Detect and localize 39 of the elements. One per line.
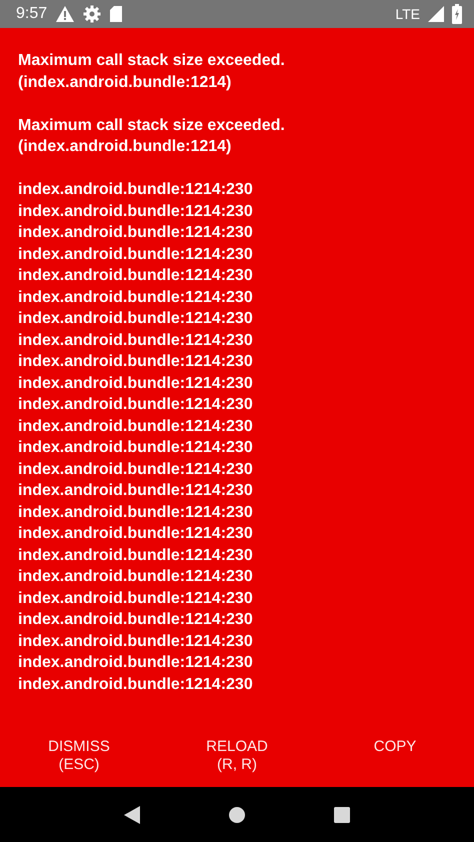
stack-frame: index.android.bundle:1214:230	[18, 222, 253, 244]
stack-frame: index.android.bundle:1214:230	[18, 308, 253, 330]
stack-frame: index.android.bundle:1214:230	[18, 652, 253, 674]
back-icon[interactable]	[124, 806, 140, 824]
error-message: Maximum call stack size exceeded. (index.android.bundle:1214)	[18, 51, 286, 92]
stack-frame: index.android.bundle:1214:230	[18, 566, 253, 588]
stack-frame: index.android.bundle:1214:230	[18, 416, 253, 437]
stack-frame: index.android.bundle:1214:230	[18, 351, 253, 372]
stack-frame: index.android.bundle:1214:230	[18, 394, 253, 416]
warning-icon	[55, 5, 76, 23]
stack-frame: index.android.bundle:1214:230	[18, 372, 253, 394]
stack-frame: index.android.bundle:1214:230	[18, 523, 253, 544]
battery-icon	[452, 4, 462, 24]
stack-frame: index.android.bundle:1214:230	[18, 630, 253, 652]
action-button[interactable]: COPY	[316, 722, 474, 756]
stack-frame: index.android.bundle:1214:230	[18, 200, 253, 222]
settings-icon	[83, 5, 102, 23]
stack-frame: index.android.bundle:1214:230	[18, 674, 253, 695]
home-icon[interactable]	[228, 806, 245, 822]
network-type: LTE	[395, 6, 420, 22]
stack-frame: index.android.bundle:1214:230	[18, 588, 253, 609]
stack-frame: index.android.bundle:1214:230	[18, 458, 253, 480]
status-time: 9:57	[16, 5, 48, 23]
stack-frame: index.android.bundle:1214:230	[18, 244, 253, 265]
signal-icon	[428, 6, 444, 22]
stack-frame: index.android.bundle:1214:230	[18, 480, 253, 502]
stack-frame: index.android.bundle:1214:230	[18, 179, 253, 200]
shortcut-button[interactable]: RELOAD (R, R)	[158, 722, 316, 774]
stack-frame: index.android.bundle:1214:230	[18, 609, 253, 630]
shortcut-button[interactable]: DISMISS (ESC)	[0, 722, 158, 774]
stack-frame: index.android.bundle:1214:230	[18, 286, 253, 308]
stack-frame: index.android.bundle:1214:230	[18, 437, 253, 458]
stack-frame: index.android.bundle:1214:230	[18, 265, 253, 286]
error-message: Maximum call stack size exceeded. (index.android.bundle:1214)	[18, 116, 286, 157]
sd-card-icon	[109, 5, 124, 23]
recents-icon[interactable]	[334, 806, 350, 822]
stack-frame: index.android.bundle:1214:230	[18, 502, 253, 523]
stack-frame: index.android.bundle:1214:230	[18, 330, 253, 351]
stack-frame: index.android.bundle:1214:230	[18, 544, 253, 566]
